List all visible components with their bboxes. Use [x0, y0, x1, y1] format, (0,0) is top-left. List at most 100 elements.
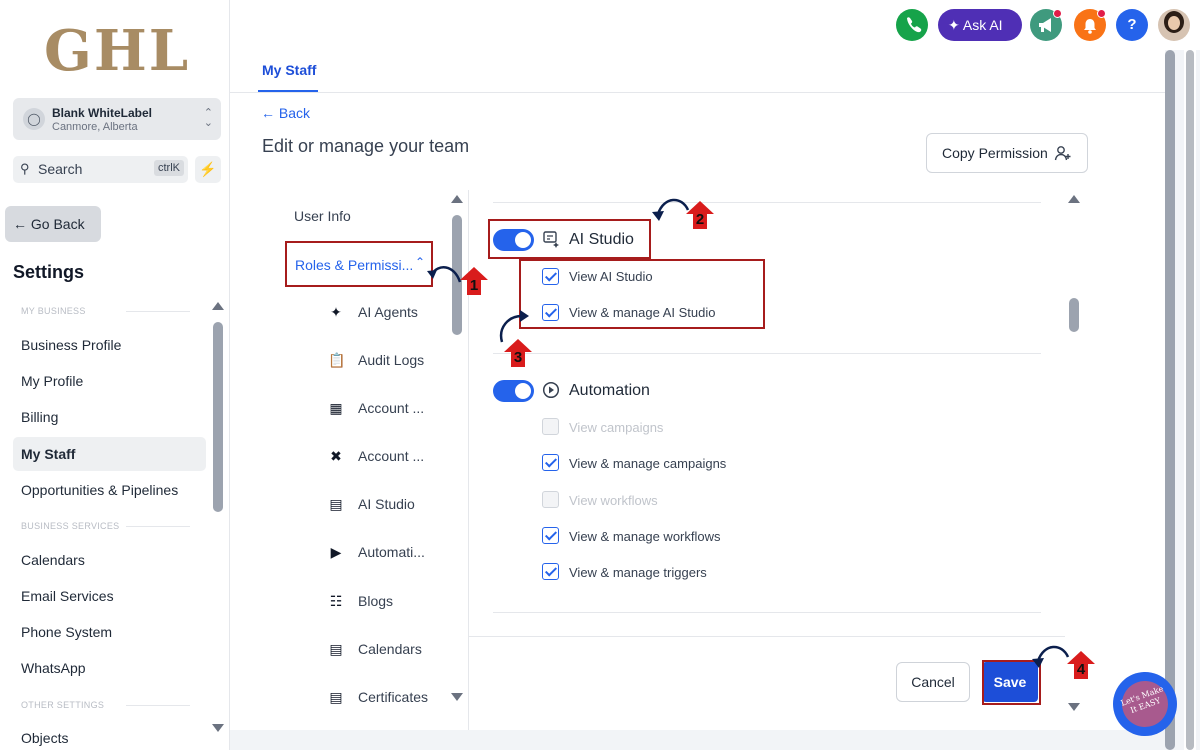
shortcut-badge: ctrlK — [154, 160, 184, 176]
copy-permission-label: Copy Permission — [942, 145, 1048, 161]
manage-triggers-checkbox[interactable] — [542, 563, 559, 580]
nav-my-staff[interactable]: My Staff — [13, 437, 206, 471]
main-panel: My Staff ← Back Edit or manage your team… — [230, 50, 1165, 730]
nav-opportunities-pipelines[interactable]: Opportunities & Pipelines — [13, 473, 206, 507]
menu-user-info[interactable]: User Info — [294, 208, 351, 224]
account-1-label: Account ... — [358, 400, 425, 416]
section-my-business: MY BUSINESS — [21, 306, 190, 316]
nav-whatsapp[interactable]: WhatsApp — [13, 651, 206, 685]
manage-workflows-checkbox[interactable] — [542, 527, 559, 544]
top-bar: ✦ Ask AI ? — [230, 0, 1200, 50]
nav-phone-system[interactable]: Phone System — [13, 615, 206, 649]
divider — [493, 202, 1041, 203]
scroll-down-icon[interactable] — [451, 693, 463, 701]
menu-account-1[interactable]: ▦ Account ... — [329, 400, 425, 416]
nav-business-profile[interactable]: Business Profile — [13, 328, 206, 362]
automation-title: Automation — [569, 382, 650, 399]
tools-icon: ✖ — [330, 448, 342, 464]
menu-calendars[interactable]: ▤ Calendars — [329, 641, 421, 657]
go-back-button[interactable]: ← Go Back — [5, 206, 101, 242]
ask-ai-label: Ask AI — [962, 17, 1003, 33]
arrow-curl-3 — [499, 310, 529, 343]
menu-ai-studio[interactable]: ▤ AI Studio — [329, 496, 414, 512]
back-link[interactable]: ← Back — [261, 105, 310, 121]
search-input[interactable]: ⚲ Search ctrlK — [13, 156, 188, 183]
nav-my-profile[interactable]: My Profile — [13, 364, 206, 398]
settings-title: Settings — [13, 262, 85, 282]
user-avatar[interactable] — [1158, 9, 1190, 41]
divider — [493, 612, 1041, 613]
help-icon[interactable]: ? — [1116, 9, 1148, 41]
account-name: Blank WhiteLabel — [52, 106, 153, 120]
nav-calendars[interactable]: Calendars — [13, 543, 206, 577]
window-scrollbar[interactable] — [1184, 50, 1196, 750]
alert-dot — [1097, 9, 1106, 18]
chevron-updown-icon: ⌃ ⌄ — [203, 107, 213, 129]
view-campaigns-checkbox[interactable] — [542, 418, 559, 435]
cancel-button[interactable]: Cancel — [896, 662, 970, 702]
lets-make-it-easy-badge: Let's Make It EASY — [1113, 672, 1177, 736]
view-workflows-label: View workflows — [569, 493, 658, 508]
calendar-icon: ▤ — [329, 641, 343, 657]
highlight-ai-studio-toggle — [488, 219, 651, 259]
tab-my-staff[interactable]: My Staff — [262, 62, 316, 78]
tab-divider — [230, 92, 1165, 93]
menu-certificates[interactable]: ▤ Certificates — [329, 689, 428, 705]
clipboard-icon: 📋 — [328, 352, 346, 368]
arrow-curl-1 — [427, 266, 462, 283]
scroll-thumb[interactable] — [1165, 50, 1175, 750]
content-scrollbar[interactable] — [1067, 193, 1081, 713]
nav-objects[interactable]: Objects — [13, 721, 206, 750]
view-workflows-checkbox[interactable] — [542, 491, 559, 508]
blogs-label: Blogs — [358, 593, 394, 609]
brand-logo: GHL — [44, 18, 191, 84]
audit-logs-label: Audit Logs — [358, 352, 425, 368]
scroll-down-icon[interactable] — [1068, 703, 1080, 711]
manage-campaigns-checkbox[interactable] — [542, 454, 559, 471]
account-switcher[interactable]: ◯ Blank WhiteLabel Canmore, Alberta ⌃ ⌄ — [13, 98, 221, 140]
scroll-thumb[interactable] — [1186, 50, 1194, 750]
scroll-thumb[interactable] — [1069, 298, 1079, 332]
notification-dot — [1053, 9, 1062, 18]
section-other-settings: OTHER SETTINGS — [21, 700, 191, 710]
back-label: Back — [278, 105, 311, 121]
highlight-ai-studio-options — [519, 259, 765, 329]
menu-audit-logs[interactable]: 📋 Audit Logs — [328, 352, 425, 368]
menu-automation[interactable]: ▶ Automati... — [331, 544, 425, 560]
sidebar: GHL ◯ Blank WhiteLabel Canmore, Alberta … — [0, 0, 230, 750]
search-label: Search — [38, 161, 83, 177]
account-location: Canmore, Alberta — [52, 121, 138, 133]
scroll-up-icon[interactable] — [212, 302, 224, 310]
go-back-label: Go Back — [30, 216, 85, 232]
search-icon: ⚲ — [20, 161, 30, 176]
divider — [493, 353, 1041, 354]
quick-action-bolt-icon[interactable]: ⚡ — [195, 156, 221, 183]
ask-ai-button[interactable]: ✦ Ask AI — [938, 9, 1022, 41]
nav-email-services[interactable]: Email Services — [13, 579, 206, 613]
certificate-icon: ▤ — [329, 689, 343, 705]
page-title: Edit or manage your team — [262, 136, 470, 156]
location-icon: ◯ — [23, 108, 45, 130]
menu-account-2[interactable]: ✖ Account ... — [330, 448, 425, 464]
scroll-up-icon[interactable] — [451, 195, 463, 203]
page-scrollbar[interactable] — [1163, 50, 1177, 750]
nav-billing[interactable]: Billing — [13, 400, 206, 434]
scroll-thumb[interactable] — [213, 322, 223, 512]
automation-toggle[interactable] — [493, 380, 534, 402]
document-icon: ☷ — [329, 593, 343, 609]
account-2-label: Account ... — [358, 448, 425, 464]
arrow-curl-4 — [1032, 645, 1070, 668]
roles-label: Roles & Permissi... — [295, 257, 414, 273]
scroll-up-icon[interactable] — [1068, 195, 1080, 203]
menu-roles-permissions[interactable]: Roles & Permissi... ⌃ — [285, 241, 433, 287]
phone-icon[interactable] — [896, 9, 928, 41]
copy-permission-button[interactable]: Copy Permission — [926, 133, 1088, 173]
sparkle-icon: ✦ — [330, 304, 342, 320]
manage-campaigns-label: View & manage campaigns — [569, 456, 727, 471]
play-circle-icon: ▶ — [330, 544, 342, 560]
scroll-down-icon[interactable] — [212, 724, 224, 732]
sidebar-scrollbar[interactable] — [212, 300, 224, 740]
play-circle-icon — [542, 381, 560, 399]
menu-ai-agents[interactable]: ✦ AI Agents — [330, 304, 418, 320]
menu-blogs[interactable]: ☷ Blogs — [330, 593, 394, 609]
